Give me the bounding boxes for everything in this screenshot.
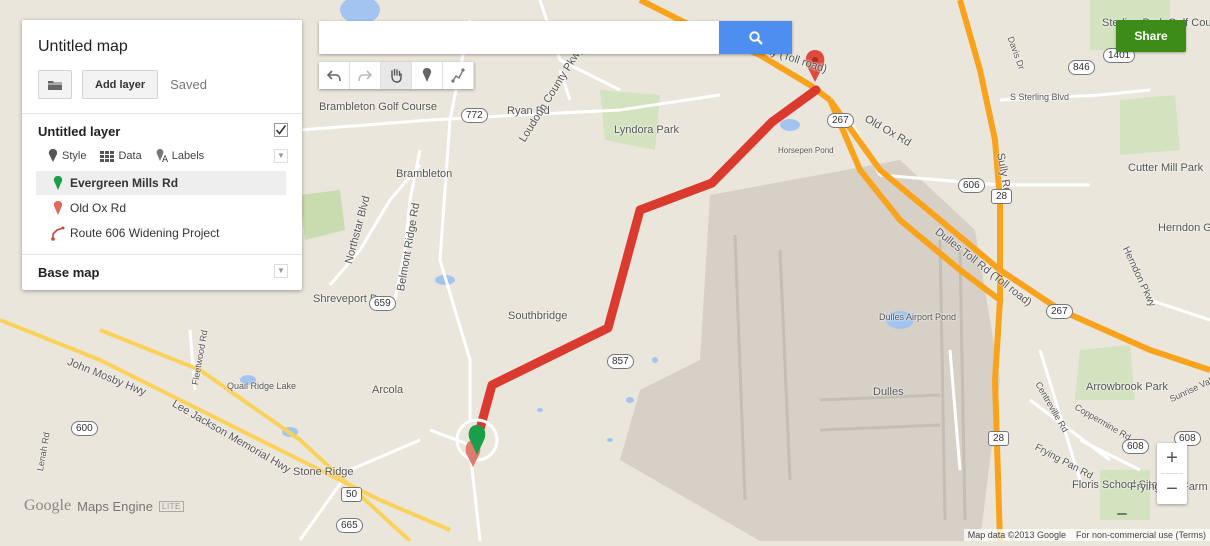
route-shield: 600 xyxy=(71,421,98,436)
route-shield: 606 xyxy=(958,178,985,193)
data-label: Data xyxy=(118,150,142,162)
feature-item[interactable]: Evergreen Mills Rd xyxy=(36,171,286,195)
water xyxy=(537,408,543,412)
route-shield: 665 xyxy=(336,518,363,533)
feature-label: Evergreen Mills Rd xyxy=(70,176,179,190)
place-label: Arrowbrook Park xyxy=(1086,381,1168,393)
route-shield: 28 xyxy=(991,189,1013,204)
save-status: Saved xyxy=(170,77,208,92)
attribution: Map data ©2013 Google For non-commercial… xyxy=(963,529,1210,541)
route-shield: 267 xyxy=(1046,304,1073,319)
place-label: Stone Ridge xyxy=(293,466,354,478)
add-layer-button[interactable]: Add layer xyxy=(82,70,159,99)
map-data-credit: Map data ©2013 Google xyxy=(967,530,1066,540)
line-route-icon xyxy=(51,226,65,241)
place-label: Cutter Mill Park xyxy=(1128,162,1204,174)
svg-text:A: A xyxy=(162,155,168,163)
place-label: Dulles xyxy=(873,386,904,398)
water xyxy=(780,119,800,131)
route-shield: 50 xyxy=(341,487,363,502)
draw-line-button[interactable] xyxy=(443,62,474,89)
product-name: Maps Engine xyxy=(77,498,153,514)
place-label: Herndon Golf Course xyxy=(1158,222,1210,234)
road-label: S Sterling Blvd xyxy=(1010,92,1070,102)
layer-options-dropdown[interactable]: ▼ xyxy=(274,149,288,163)
feature-item[interactable]: Route 606 Widening Project xyxy=(36,221,286,245)
style-button[interactable]: Style xyxy=(48,149,86,163)
labels-button[interactable]: A Labels xyxy=(156,149,204,163)
green-marker-icon xyxy=(53,175,63,190)
search-input[interactable] xyxy=(319,21,729,54)
water xyxy=(626,397,634,403)
park-area xyxy=(1120,95,1180,155)
hand-pan-icon xyxy=(391,68,402,83)
open-map-button[interactable] xyxy=(38,70,72,99)
route-shield: 267 xyxy=(827,113,854,128)
branding: Google Maps Engine LITE xyxy=(24,497,184,515)
route-shield: 846 xyxy=(1068,60,1095,75)
data-button[interactable]: Data xyxy=(100,150,142,162)
map-title[interactable]: Untitled map xyxy=(38,38,286,56)
redo-icon xyxy=(358,69,372,81)
place-label: Brambleton Golf Course xyxy=(319,101,437,113)
map-toolbar xyxy=(319,62,474,89)
place-label: Dulles Airport Pond xyxy=(879,312,957,322)
google-logo: Google xyxy=(24,497,72,514)
edition-badge: LITE xyxy=(159,500,184,512)
zoom-control: + − xyxy=(1157,443,1187,504)
place-label: Southbridge xyxy=(508,310,568,322)
share-button[interactable]: Share xyxy=(1116,20,1186,52)
undo-button[interactable] xyxy=(319,62,350,89)
add-marker-button[interactable] xyxy=(412,62,443,89)
folder-icon xyxy=(48,80,62,90)
route-shield: 659 xyxy=(369,296,396,311)
place-label: Lyndora Park xyxy=(614,124,680,136)
feature-label: Route 606 Widening Project xyxy=(70,226,220,240)
labels-icon: A xyxy=(156,149,168,163)
layers-panel: Untitled map Add layer Saved Untitled la… xyxy=(22,20,302,290)
base-map-dropdown[interactable]: ▼ xyxy=(274,264,288,278)
place-label: Brambleton xyxy=(396,168,453,180)
base-map-section[interactable]: Base map ▼ xyxy=(22,255,302,290)
terms-link[interactable]: For non-commercial use (Terms) xyxy=(1076,530,1206,540)
route-shield: 857 xyxy=(607,354,634,369)
route-shield: 608 xyxy=(1122,439,1149,454)
layer-title[interactable]: Untitled layer xyxy=(38,124,286,139)
data-grid-icon xyxy=(100,150,115,162)
place-label: Horsepen Pond xyxy=(778,146,834,155)
feature-item[interactable]: Old Ox Rd xyxy=(36,196,286,220)
zoom-in-button[interactable]: + xyxy=(1157,443,1187,473)
red-marker-icon xyxy=(53,200,63,215)
route-shield: 772 xyxy=(461,108,488,123)
undo-icon xyxy=(327,69,341,81)
pan-tool-button[interactable] xyxy=(381,62,412,89)
style-label: Style xyxy=(62,150,87,162)
route-shield: 28 xyxy=(988,431,1010,446)
search-box xyxy=(319,21,792,54)
labels-label: Labels xyxy=(171,150,205,162)
style-pin-icon xyxy=(48,149,58,162)
base-map-title: Base map xyxy=(38,265,100,280)
search-icon xyxy=(748,30,763,45)
redo-button[interactable] xyxy=(350,62,381,89)
search-button[interactable] xyxy=(719,21,792,54)
feature-label: Old Ox Rd xyxy=(70,201,127,215)
zoom-out-button[interactable]: − xyxy=(1157,474,1187,504)
place-label: Quail Ridge Lake xyxy=(227,381,297,391)
route-shield xyxy=(1117,513,1127,515)
draw-line-icon xyxy=(451,68,465,83)
add-marker-icon xyxy=(422,68,432,82)
place-label: Arcola xyxy=(372,384,404,396)
water xyxy=(607,438,613,442)
water xyxy=(652,357,658,363)
layer-visibility-checkbox[interactable] xyxy=(274,123,288,137)
layer-untitled: Untitled layer Style Data A Labels ▼ Eve… xyxy=(22,114,302,255)
